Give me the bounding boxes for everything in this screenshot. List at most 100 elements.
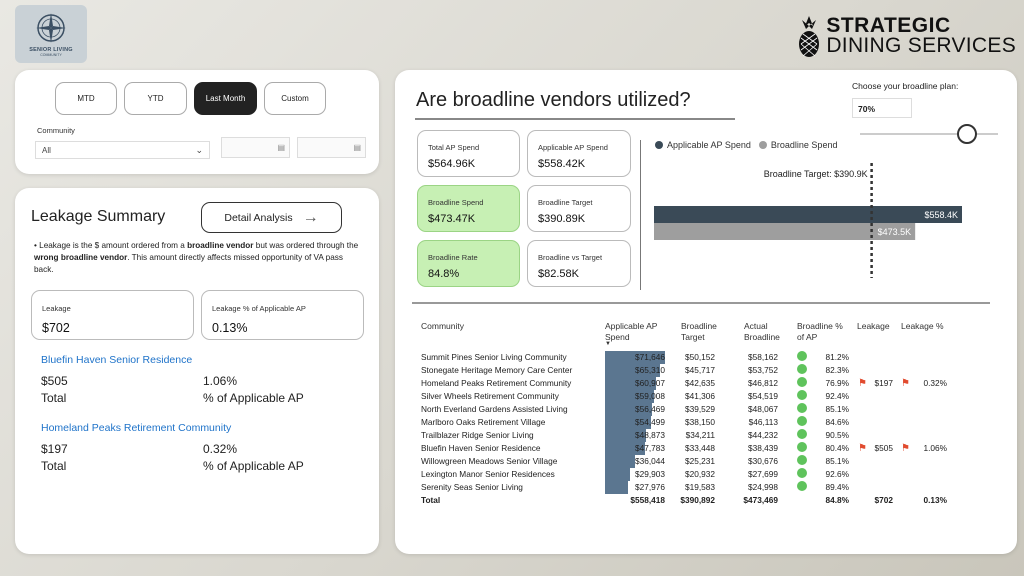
leakage-community-name: Bluefin Haven Senior Residence: [41, 354, 193, 366]
end-date-input[interactable]: ▤: [297, 137, 366, 158]
plan-slider-track[interactable]: [860, 133, 998, 135]
kpi-label: Broadline vs Target: [538, 253, 603, 262]
chart-divider: [640, 140, 641, 290]
table-row[interactable]: Summit Pines Senior Living Community $71,…: [421, 351, 961, 364]
kpi-value: 84.8%: [428, 268, 460, 280]
calendar-icon[interactable]: ▤: [277, 143, 285, 152]
col-header-broadline-target[interactable]: Broadline Target: [681, 321, 729, 343]
table-row[interactable]: Silver Wheels Retirement Community $59,00…: [421, 390, 961, 403]
cell-actual-broadline: $27,699: [748, 469, 778, 479]
period-mtd-button[interactable]: MTD: [55, 82, 117, 115]
cell-community: Silver Wheels Retirement Community: [421, 391, 559, 401]
bar-broadline-spend[interactable]: [654, 223, 916, 240]
plan-label: Choose your broadline plan:: [852, 81, 959, 91]
calendar-icon[interactable]: ▤: [353, 143, 361, 152]
col-header-actual-broadline[interactable]: Actual Broadline: [744, 321, 790, 343]
kpi-label: Broadline Rate: [428, 253, 478, 262]
cell-broadline-target: $20,932: [685, 469, 715, 479]
note-text-2: but was ordered through the: [253, 241, 359, 250]
col-header-community[interactable]: Community: [421, 321, 464, 332]
cell-broadline-target: $38,150: [685, 417, 715, 427]
cell-community: Homeland Peaks Retirement Community: [421, 378, 572, 388]
kpi-value: $82.58K: [538, 268, 579, 280]
cell-applicable-ap: $47,783: [635, 443, 665, 453]
plan-slider-thumb[interactable]: [957, 124, 977, 144]
period-last-month-button[interactable]: Last Month: [194, 82, 257, 115]
kpi-label: Leakage % of Applicable AP: [212, 304, 306, 313]
kpi-card: Broadline vs Target $82.58K: [527, 240, 631, 287]
cell-total-pct: 84.8%: [825, 495, 849, 505]
table-row[interactable]: Marlboro Oaks Retirement Village $54,499 $…: [421, 416, 961, 429]
cell-actual-broadline: $46,812: [748, 378, 778, 388]
kpi-value: $558.42K: [538, 158, 586, 170]
table-row[interactable]: Willowgreen Meadows Senior Village $36,04…: [421, 455, 961, 468]
cell-community: Lexington Manor Senior Residences: [421, 469, 555, 479]
cell-applicable-ap: $36,044: [635, 456, 665, 466]
cell-broadline-pct: 80.4%: [825, 443, 849, 453]
sort-desc-icon: ▼: [605, 341, 611, 347]
kpi-card: Total AP Spend $564.96K: [417, 130, 520, 177]
leakage-community-pct-label: % of Applicable AP: [203, 391, 304, 405]
cell-applicable-ap: $48,873: [635, 430, 665, 440]
cell-applicable-ap: $54,499: [635, 417, 665, 427]
cell-broadline-target: $25,231: [685, 456, 715, 466]
table-row[interactable]: Bluefin Haven Senior Residence $47,783 $33…: [421, 442, 961, 455]
cell-broadline-pct: 85.1%: [825, 456, 849, 466]
target-label: Broadline Target: $390.9K: [764, 169, 868, 179]
kpi-label: Leakage: [42, 304, 71, 313]
plan-input[interactable]: 70%: [852, 98, 912, 118]
start-date-input[interactable]: ▤: [221, 137, 290, 158]
cell-total-label: Total: [421, 495, 441, 505]
table-row[interactable]: Trailblazer Ridge Senior Living $48,873 $3…: [421, 429, 961, 442]
cell-community: Summit Pines Senior Living Community: [421, 352, 567, 362]
compass-icon: [36, 13, 66, 43]
leakage-community-name: Homeland Peaks Retirement Community: [41, 422, 232, 434]
col-header-broadline-pct[interactable]: Broadline % of AP: [797, 321, 851, 343]
page-title: Are broadline vendors utilized?: [416, 89, 691, 111]
cell-leakage: $505: [874, 443, 893, 453]
note-bold-1: broadline vendor: [187, 241, 254, 250]
leakage-community-pct: 0.32%: [203, 442, 238, 456]
table-row[interactable]: Homeland Peaks Retirement Community $60,9…: [421, 377, 961, 390]
table-row[interactable]: Lexington Manor Senior Residences $29,903…: [421, 468, 961, 481]
table-row[interactable]: Serenity Seas Senior Living $27,976 $19,58…: [421, 481, 961, 494]
kpi-card: Broadline Spend $473.47K: [417, 185, 520, 232]
kpi-card: Broadline Target $390.89K: [527, 185, 631, 232]
bar-applicable-ap[interactable]: [654, 206, 962, 223]
kpi-value: 0.13%: [212, 321, 248, 335]
cell-broadline-target: $42,635: [685, 378, 715, 388]
cell-leakage-pct: 1.06%: [923, 443, 947, 453]
cell-broadline-pct: 89.4%: [825, 482, 849, 492]
kpi-value: $702: [42, 321, 70, 335]
kpi-value: $390.89K: [538, 213, 586, 225]
period-ytd-button[interactable]: YTD: [124, 82, 187, 115]
col-header-leakage-pct[interactable]: Leakage %: [901, 321, 944, 332]
col-header-applicable-ap[interactable]: Applicable AP Spend: [605, 321, 667, 343]
legend-swatch: [655, 141, 663, 149]
community-label: Community: [37, 126, 75, 135]
detail-analysis-button[interactable]: Detail Analysis →: [201, 202, 342, 233]
cell-applicable-ap: $71,646: [635, 352, 665, 362]
col-header-leakage[interactable]: Leakage: [857, 321, 890, 332]
leakage-community-pct-label: % of Applicable AP: [203, 459, 304, 473]
kpi-label: Broadline Spend: [428, 198, 484, 207]
cell-broadline-pct: 90.5%: [825, 430, 849, 440]
cell-community: Trailblazer Ridge Senior Living: [421, 430, 534, 440]
community-dropdown[interactable]: All ⌄: [35, 141, 210, 159]
cell-actual-broadline: $46,113: [748, 417, 778, 427]
detail-analysis-label: Detail Analysis: [224, 211, 293, 224]
table-row[interactable]: North Everland Gardens Assisted Living $5…: [421, 403, 961, 416]
logo-subtitle: COMMUNITY: [40, 53, 62, 57]
cell-actual-broadline: $48,067: [748, 404, 778, 414]
cell-broadline-target: $45,717: [685, 365, 715, 375]
bar-value-label: $473.5K: [878, 227, 912, 237]
leakage-community-amount-label: Total: [41, 459, 67, 473]
cell-actual-broadline: $44,232: [748, 430, 778, 440]
cell-actual-broadline: $54,519: [748, 391, 778, 401]
legend-label: Broadline Spend: [770, 140, 838, 150]
table-row[interactable]: Stonegate Heritage Memory Care Center $65…: [421, 364, 961, 377]
period-custom-button[interactable]: Custom: [264, 82, 326, 115]
leakage-title: Leakage Summary: [31, 208, 166, 225]
cell-actual-broadline: $38,439: [748, 443, 778, 453]
pineapple-icon: [799, 16, 820, 57]
